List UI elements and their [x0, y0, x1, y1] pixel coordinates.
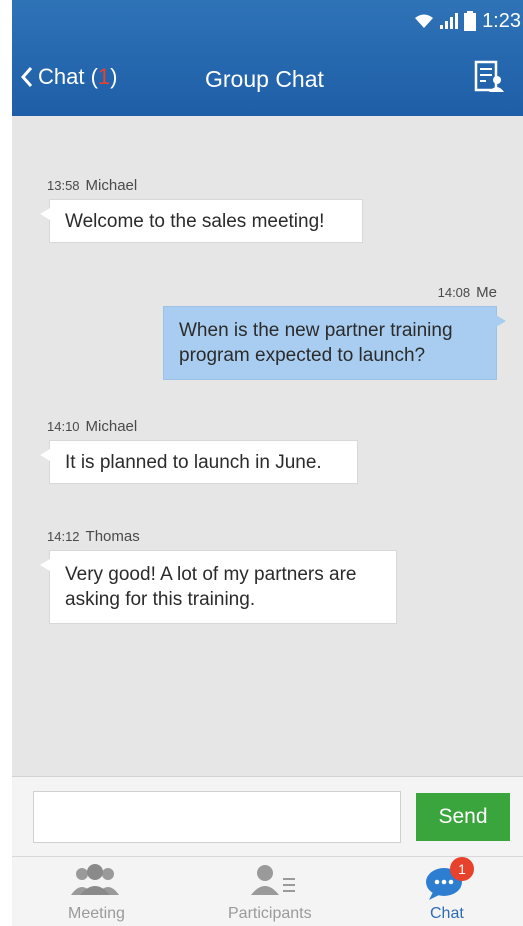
message-time: 14:08: [437, 285, 471, 300]
tab-label: Participants: [228, 905, 312, 922]
participants-icon: [251, 865, 295, 895]
nav-bar: Chat ( 1 ) Group Chat: [12, 48, 523, 112]
status-bar: 1:23: [321, 0, 523, 42]
meeting-icon: [71, 864, 119, 895]
message-input[interactable]: [33, 791, 401, 843]
back-label-close: ): [110, 64, 118, 89]
page-title: Group Chat: [205, 66, 324, 92]
battery-icon: [464, 11, 477, 31]
message-bubble: Very good! A lot of my partners are aski…: [40, 550, 397, 624]
message-sender: Michael: [85, 177, 138, 194]
tab-meeting[interactable]: Meeting: [52, 857, 142, 926]
message-time: 14:12: [47, 529, 80, 544]
send-button[interactable]: Send: [416, 793, 510, 841]
tab-label: Chat: [430, 905, 464, 922]
wifi-icon: [415, 14, 434, 28]
message-meta: 14:12 Thomas: [47, 528, 140, 545]
message-time: 14:10: [47, 419, 80, 434]
message-list[interactable]: 13:58 Michael Welcome to the sales meetin…: [12, 116, 523, 776]
message-sender: Me: [476, 284, 497, 301]
message-bubble: It is planned to launch in June.: [40, 440, 358, 484]
message-meta: 14:10 Michael: [47, 418, 137, 435]
notes-icon[interactable]: [474, 60, 504, 94]
tab-chat[interactable]: 1 Chat: [420, 857, 480, 926]
message-bubble: When is the new partner training program…: [163, 306, 506, 380]
composer: Send: [12, 776, 523, 857]
unread-badge: 1: [450, 857, 474, 881]
message-time: 13:58: [47, 178, 80, 193]
header: 1:23 Chat ( 1 ) Group Chat: [12, 0, 523, 116]
tab-bar: Meeting Participants 1 Chat: [12, 856, 523, 926]
message-sender: Thomas: [85, 528, 140, 545]
message-bubble: Welcome to the sales meeting!: [40, 199, 363, 243]
tab-participants[interactable]: Participants: [222, 857, 332, 926]
back-label: Chat (: [38, 64, 98, 89]
message-sender: Michael: [85, 418, 138, 435]
status-time: 1:23: [482, 9, 521, 32]
tab-label: Meeting: [68, 905, 125, 922]
chevron-left-icon: [20, 67, 33, 87]
unread-count: 1: [97, 64, 111, 89]
signal-icon: [440, 13, 459, 29]
message-meta: 13:58 Michael: [47, 177, 137, 194]
message-meta: 14:08 Me: [438, 284, 497, 301]
back-button[interactable]: Chat ( 1 ): [20, 64, 118, 90]
app-screen: 1:23 Chat ( 1 ) Group Chat 13:58 Michael…: [12, 0, 523, 926]
